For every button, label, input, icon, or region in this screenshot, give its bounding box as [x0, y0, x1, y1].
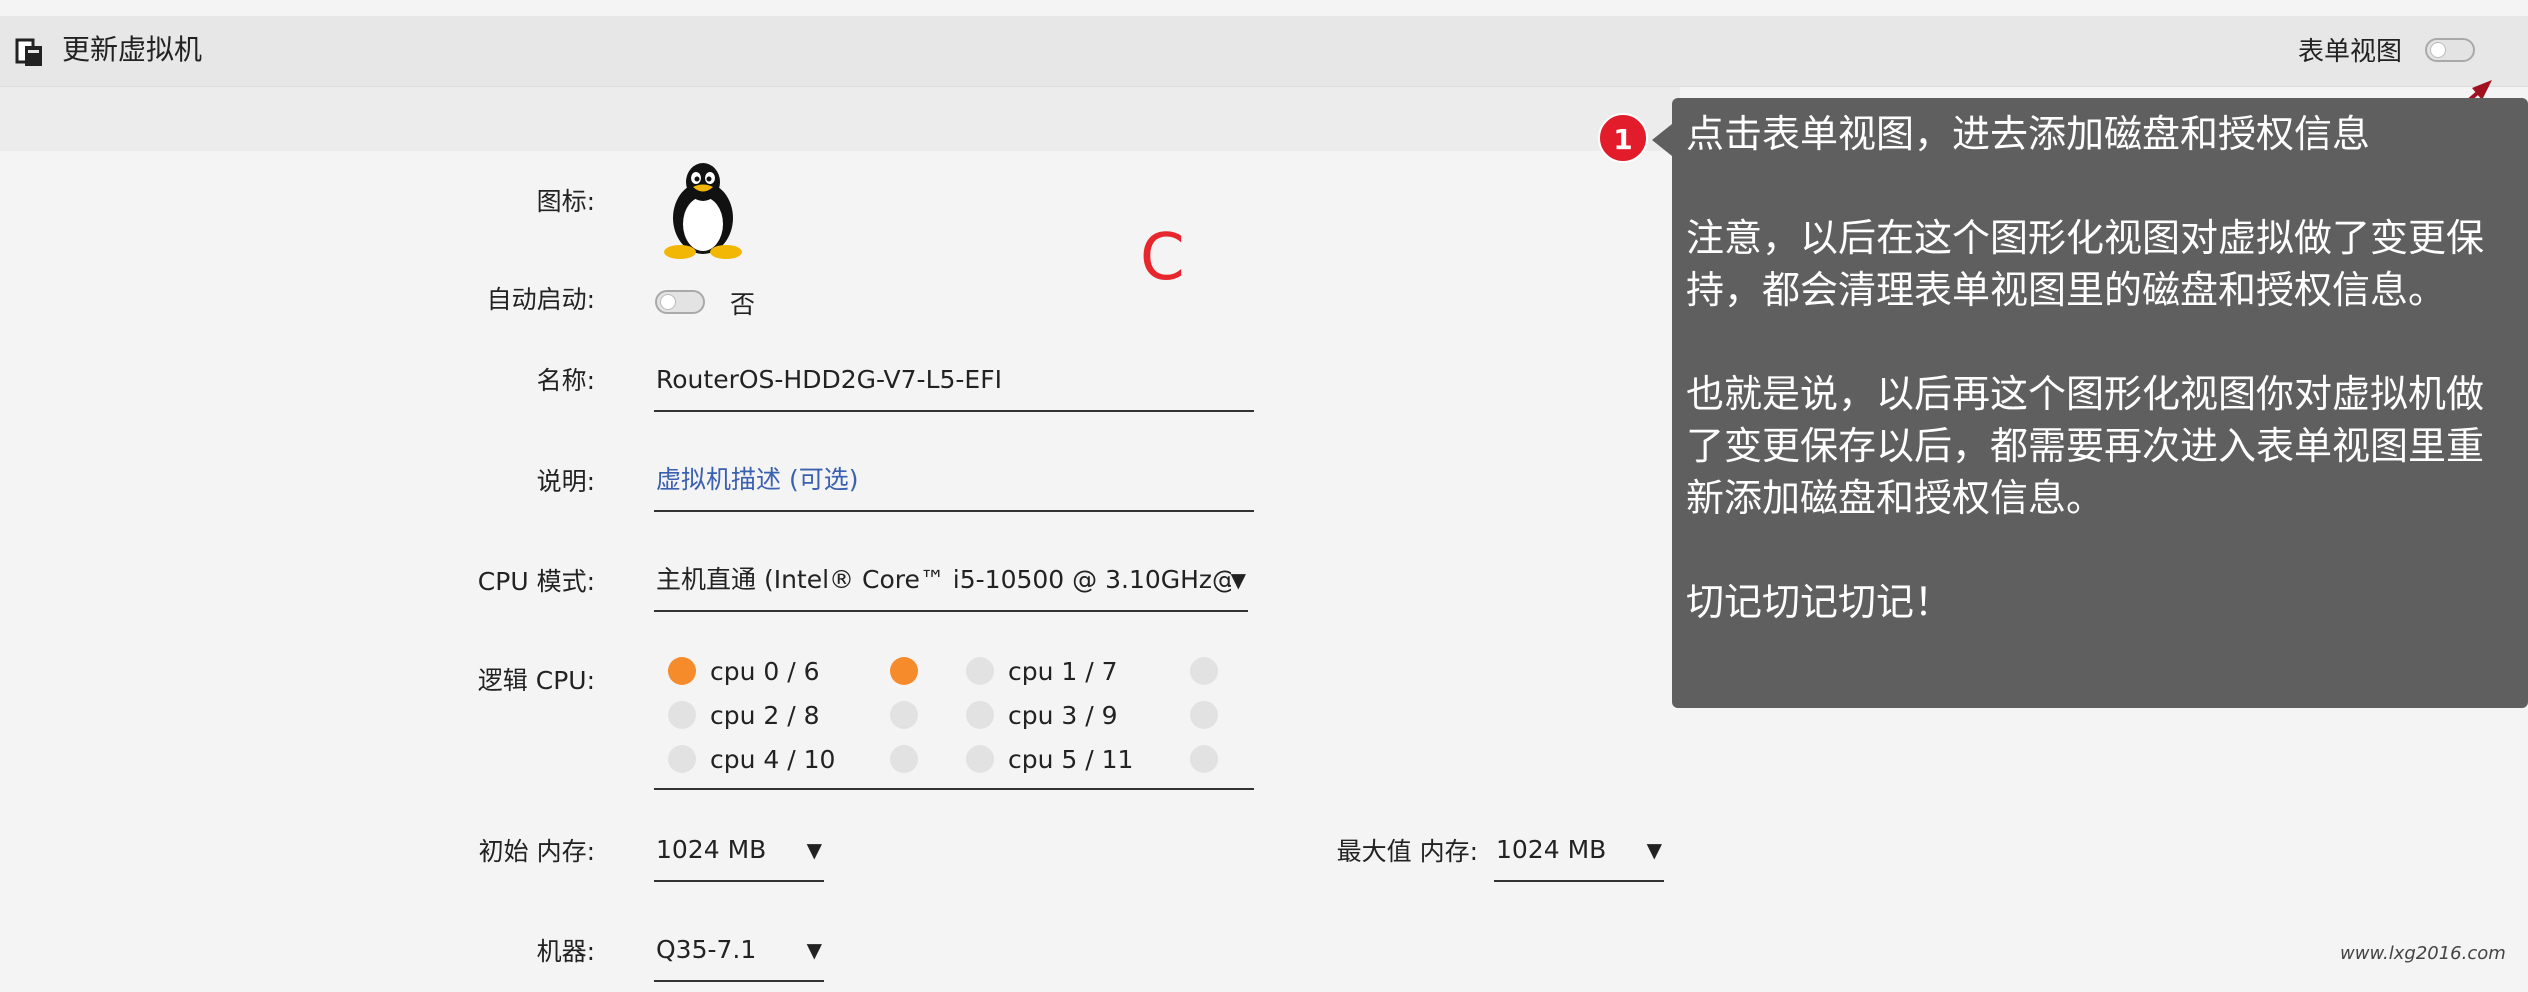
name-input-value: RouterOS-HDD2G-V7-L5-EFI: [656, 365, 1002, 394]
form-view-toggle[interactable]: [2425, 38, 2475, 62]
cpu-checkbox[interactable]: [1190, 745, 1218, 773]
init-memory-label: 初始 内存:: [478, 837, 595, 866]
cpu-checkbox[interactable]: [668, 657, 696, 685]
watermark: www.lxg2016.com: [2340, 943, 2506, 964]
cpu-mode-value: 主机直通 (Intel® Core™ i5-10500 @ 3.10GHz@): [656, 565, 1247, 594]
autostart-toggle[interactable]: [655, 290, 705, 314]
cpu-label: cpu 5 / 11: [1008, 745, 1134, 774]
toggle-knob: [660, 294, 676, 310]
annotation-text: 点击表单视图，进去添加磁盘和授权信息 注意，以后在这个图形化视图对虚拟做了变更保…: [1686, 112, 2485, 624]
page-header: 更新虚拟机 表单视图: [0, 16, 2528, 87]
cpu-checkbox[interactable]: [890, 657, 918, 685]
cpu-label: cpu 0 / 6: [710, 657, 820, 686]
cpu-checkbox[interactable]: [1190, 701, 1218, 729]
chevron-down-icon: ▼: [1646, 838, 1662, 862]
machine-select[interactable]: Q35-7.1 ▼: [654, 932, 824, 982]
machine-label: 机器:: [536, 937, 595, 966]
cpu-label: cpu 3 / 9: [1008, 701, 1118, 730]
autostart-value: 否: [730, 290, 756, 319]
linux-tux-icon[interactable]: [660, 160, 746, 260]
chevron-down-icon: ▼: [806, 838, 822, 862]
callout-pointer: [1652, 124, 1672, 156]
cpu-mode-select[interactable]: 主机直通 (Intel® Core™ i5-10500 @ 3.10GHz@) …: [654, 562, 1248, 612]
cpu-checkbox[interactable]: [1190, 657, 1218, 685]
init-memory-select[interactable]: 1024 MB ▼: [654, 832, 824, 882]
description-placeholder: 虚拟机描述 (可选): [656, 465, 859, 494]
cpu-checkbox[interactable]: [890, 701, 918, 729]
cpu-checkbox[interactable]: [966, 657, 994, 685]
description-input[interactable]: 虚拟机描述 (可选): [654, 462, 1254, 512]
chevron-down-icon: ▼: [806, 938, 822, 962]
annotation-mark-c: C: [1140, 221, 1185, 295]
chevron-down-icon: ▼: [1230, 562, 1246, 598]
logical-cpu-label: 逻辑 CPU:: [477, 666, 595, 695]
max-memory-value: 1024 MB: [1496, 835, 1607, 864]
machine-value: Q35-7.1: [656, 935, 757, 964]
cpu-mode-label: CPU 模式:: [477, 567, 595, 596]
cpu-grid-underline: [654, 788, 1254, 790]
cpu-label: cpu 2 / 8: [710, 701, 820, 730]
toolbar-strip: [0, 87, 1680, 151]
form-view-label: 表单视图: [2298, 37, 2403, 67]
cpu-label: cpu 1 / 7: [1008, 657, 1118, 686]
update-vm-page: 更新虚拟机 表单视图 图标: 自动启动: 否 C 名称: RouterOS-HD…: [0, 0, 2528, 992]
max-memory-select[interactable]: 1024 MB ▼: [1494, 832, 1664, 882]
autostart-label: 自动启动:: [486, 285, 595, 314]
annotation-badge: 1: [1598, 113, 1648, 163]
cpu-checkbox[interactable]: [966, 745, 994, 773]
cpu-label: cpu 4 / 10: [710, 745, 836, 774]
max-memory-label: 最大值 内存:: [1336, 837, 1478, 866]
clipboard-copy-icon: [15, 38, 42, 66]
cpu-checkbox[interactable]: [890, 745, 918, 773]
cpu-checkbox[interactable]: [668, 745, 696, 773]
page-title: 更新虚拟机: [62, 33, 203, 66]
toggle-knob: [2430, 42, 2446, 58]
init-memory-value: 1024 MB: [656, 835, 767, 864]
name-input[interactable]: RouterOS-HDD2G-V7-L5-EFI: [654, 362, 1254, 412]
icon-label: 图标:: [536, 187, 595, 216]
cpu-checkbox[interactable]: [668, 701, 696, 729]
cpu-checkbox[interactable]: [966, 701, 994, 729]
name-label: 名称:: [536, 366, 595, 395]
description-label: 说明:: [536, 467, 595, 496]
